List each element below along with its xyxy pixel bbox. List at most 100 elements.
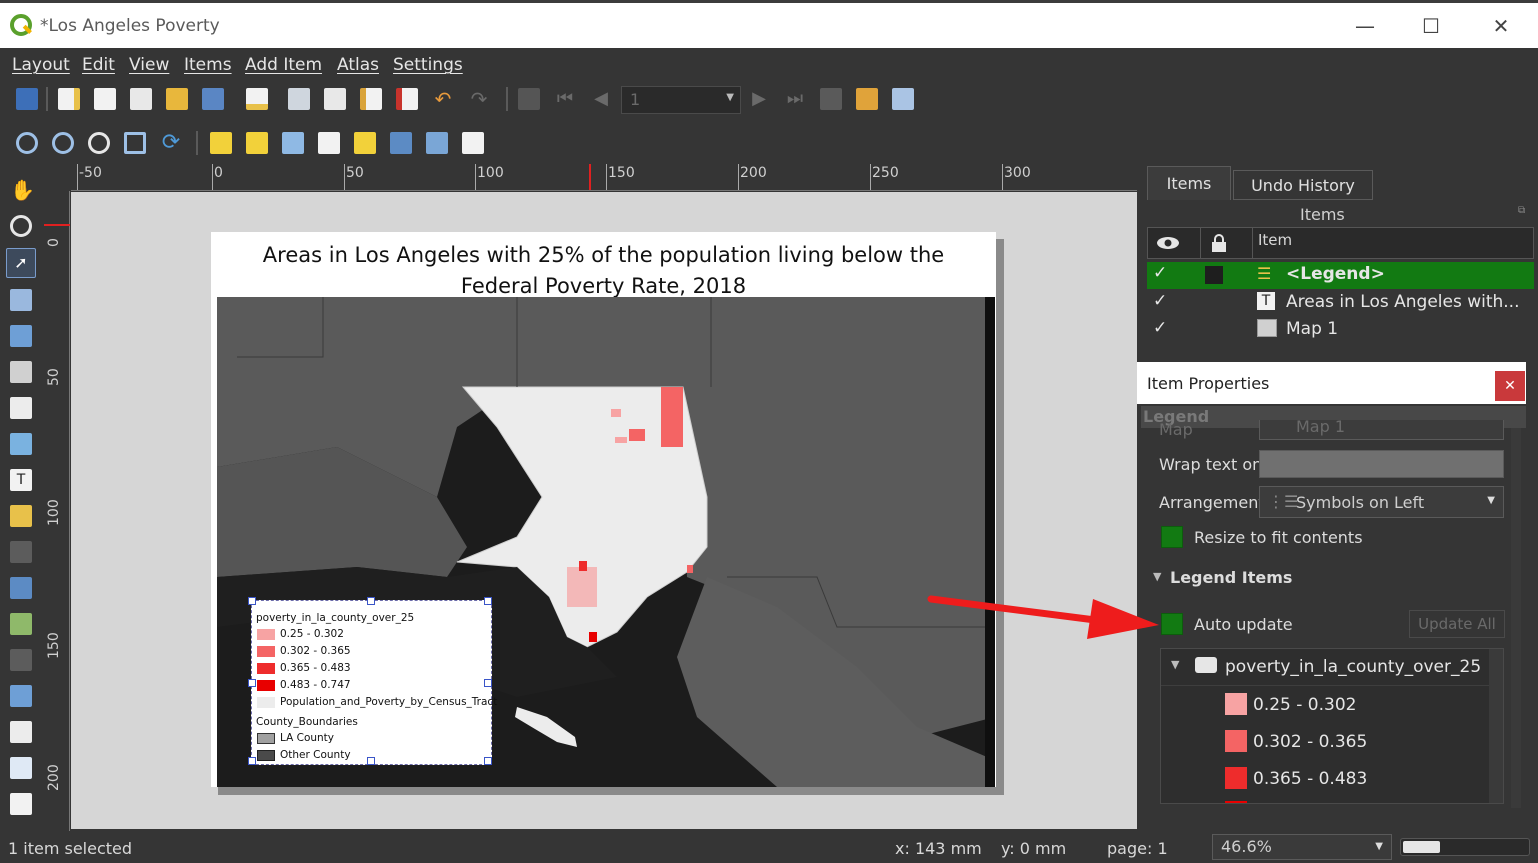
new-layout-icon[interactable] <box>58 88 80 110</box>
resize-to-fit-checkbox[interactable] <box>1161 526 1183 548</box>
raise-items-icon[interactable] <box>354 132 376 154</box>
expand-arrow-icon[interactable]: ▼ <box>1171 658 1179 671</box>
close-window-icon[interactable]: ✕ <box>1486 13 1516 39</box>
add-legend-icon[interactable] <box>10 505 32 527</box>
menu-settings[interactable]: Settings <box>393 55 463 75</box>
resize-handle[interactable] <box>248 757 256 765</box>
distribute-items-icon[interactable] <box>426 132 448 154</box>
atlas-page-select[interactable]: 1 ▼ <box>621 86 741 114</box>
tree-class-row[interactable]: 0.365 - 0.483 <box>1161 767 1491 795</box>
open-template-icon[interactable] <box>166 88 188 110</box>
resize-handle[interactable] <box>367 757 375 765</box>
unlock-items-icon[interactable] <box>246 132 268 154</box>
menu-view[interactable]: View <box>129 55 169 75</box>
group-items-icon[interactable] <box>282 132 304 154</box>
save-template-icon[interactable] <box>202 88 224 110</box>
collapse-arrow-icon[interactable]: ▼ <box>1153 570 1161 583</box>
legend-items-tree[interactable]: ▼ poverty_in_la_county_over_25 0.25 - 0.… <box>1160 648 1504 804</box>
tab-undo-history[interactable]: Undo History <box>1233 170 1373 200</box>
menu-layout[interactable]: Layout <box>12 55 70 75</box>
next-feature-icon[interactable]: ▶ <box>748 88 770 110</box>
maximize-icon[interactable]: ☐ <box>1416 13 1446 39</box>
resize-handle[interactable] <box>484 757 492 765</box>
properties-scrollbar[interactable] <box>1511 428 1521 808</box>
add-scalebar-icon[interactable] <box>10 541 32 563</box>
align-items-icon[interactable] <box>390 132 412 154</box>
export-svg-icon[interactable] <box>360 88 382 110</box>
export-atlas-icon[interactable] <box>856 88 878 110</box>
item-row-legend[interactable]: ✓ ☰ <Legend> <box>1147 262 1534 289</box>
resize-handle[interactable] <box>484 679 492 687</box>
lock-checkbox[interactable] <box>1205 266 1223 284</box>
print-atlas-icon[interactable] <box>820 88 842 110</box>
select-move-icon[interactable]: ➚ <box>6 248 36 278</box>
resize-handle[interactable] <box>367 597 375 605</box>
edit-nodes-icon[interactable] <box>10 325 32 347</box>
float-icon[interactable]: ⧉ <box>1518 205 1525 216</box>
add-html-icon[interactable] <box>10 721 32 743</box>
legend-item[interactable]: poverty_in_la_county_over_25 0.25 - 0.30… <box>248 597 497 765</box>
ungroup-items-icon[interactable] <box>318 132 340 154</box>
add-shape-icon[interactable] <box>10 613 32 635</box>
zoom-slider[interactable] <box>1400 838 1530 856</box>
menu-atlas[interactable]: Atlas <box>337 55 379 75</box>
zoom-tool-icon[interactable] <box>10 215 32 237</box>
arrangement-select[interactable]: ⋮☰ Symbols on Left ▼ <box>1259 486 1504 518</box>
export-image-icon[interactable] <box>324 88 346 110</box>
atlas-preview-icon[interactable] <box>518 88 540 110</box>
add-marker-icon[interactable] <box>10 649 32 671</box>
zoom-in-icon[interactable] <box>16 132 38 154</box>
map-title-label[interactable]: Areas in Los Angeles with 25% of the pop… <box>211 240 996 302</box>
wrap-text-input[interactable] <box>1259 450 1504 478</box>
tree-class-row[interactable]: 0.302 - 0.365 <box>1161 730 1491 758</box>
menu-add-item[interactable]: Add Item <box>245 55 322 75</box>
duplicate-layout-icon[interactable] <box>94 88 116 110</box>
layout-canvas[interactable]: Areas in Los Angeles with 25% of the pop… <box>71 192 1137 829</box>
map-select[interactable]: Map 1 <box>1259 417 1504 440</box>
previous-feature-icon[interactable]: ◀ <box>590 88 612 110</box>
visibility-check[interactable]: ✓ <box>1153 318 1167 338</box>
layout-manager-icon[interactable] <box>130 88 152 110</box>
close-icon[interactable]: ✕ <box>1495 371 1525 401</box>
resize-handle[interactable] <box>248 679 256 687</box>
tree-layer-row[interactable]: ▼ poverty_in_la_county_over_25 <box>1161 655 1491 685</box>
menu-edit[interactable]: Edit <box>82 55 115 75</box>
zoom-out-icon[interactable] <box>52 132 74 154</box>
minimize-icon[interactable]: — <box>1350 13 1380 39</box>
add-picture-icon[interactable] <box>10 433 32 455</box>
zoom-actual-icon[interactable] <box>88 132 110 154</box>
add-north-arrow-icon[interactable] <box>10 577 32 599</box>
add-polyline-icon[interactable] <box>10 685 32 707</box>
zoom-full-icon[interactable] <box>124 132 146 154</box>
tab-items[interactable]: Items <box>1147 166 1231 200</box>
resize-items-icon[interactable] <box>462 132 484 154</box>
pan-hand-icon[interactable]: ✋ <box>10 179 35 201</box>
add-attribute-table-icon[interactable] <box>10 757 32 779</box>
add-pages-icon[interactable] <box>246 88 268 110</box>
print-icon[interactable] <box>288 88 310 110</box>
last-feature-icon[interactable]: ⏭ <box>784 88 806 110</box>
redo-icon[interactable]: ↷ <box>468 88 490 110</box>
lock-items-icon[interactable] <box>210 132 232 154</box>
item-row-title[interactable]: ✓ T Areas in Los Angeles with... <box>1147 290 1534 317</box>
first-feature-icon[interactable]: ⏮ <box>554 88 576 110</box>
export-pdf-icon[interactable] <box>396 88 418 110</box>
save-icon[interactable] <box>16 88 38 110</box>
resize-handle[interactable] <box>484 597 492 605</box>
refresh-icon[interactable]: ⟳ <box>160 132 182 154</box>
atlas-settings-icon[interactable] <box>892 88 914 110</box>
visibility-check[interactable]: ✓ <box>1153 291 1167 311</box>
item-row-map[interactable]: ✓ Map 1 <box>1147 317 1534 344</box>
menu-items[interactable]: Items <box>184 55 232 75</box>
tree-scrollbar[interactable] <box>1489 649 1503 803</box>
resize-handle[interactable] <box>248 597 256 605</box>
undo-icon[interactable]: ↶ <box>432 88 454 110</box>
tree-class-row[interactable]: 0.25 - 0.302 <box>1161 693 1491 721</box>
add-fixed-table-icon[interactable] <box>10 793 32 815</box>
visibility-check[interactable]: ✓ <box>1153 263 1167 283</box>
add-3d-map-icon[interactable] <box>10 397 32 419</box>
add-label-icon[interactable]: T <box>10 469 32 491</box>
move-content-icon[interactable] <box>10 289 32 311</box>
zoom-select[interactable]: 46.6% ▼ <box>1212 834 1392 860</box>
update-all-button[interactable]: Update All <box>1409 610 1505 638</box>
